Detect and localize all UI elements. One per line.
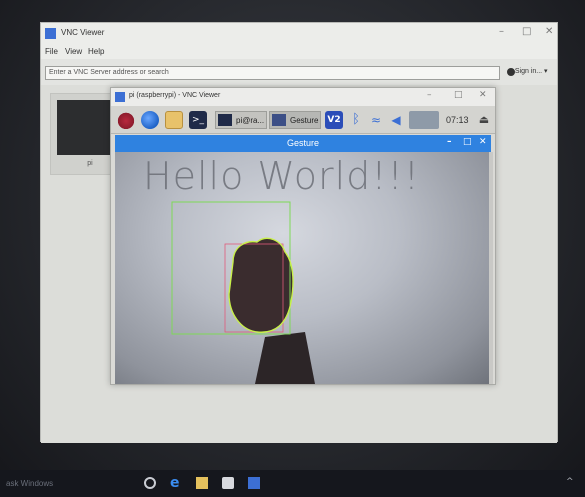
pi-vnc-window: pi (raspberrypi) - VNC Viewer – □ ✕ >_ p… <box>110 87 496 385</box>
wifi-icon[interactable]: ≈ <box>367 111 385 129</box>
server-address-placeholder: Enter a VNC Server address or search <box>49 69 169 76</box>
vnc-app-icon <box>45 28 56 39</box>
minimize-icon[interactable]: – <box>427 90 432 100</box>
bluetooth-icon[interactable]: ᛒ <box>347 111 365 129</box>
chevron-up-icon[interactable]: ^ <box>566 477 578 489</box>
gesture-task-label: Gesture <box>290 116 319 125</box>
maximize-icon[interactable]: □ <box>454 90 463 100</box>
taskbar-search[interactable]: ask Windows <box>6 479 53 488</box>
terminal-task-label: pi@ra... <box>236 116 265 125</box>
store-icon[interactable] <box>222 477 234 489</box>
maximize-icon[interactable]: □ <box>522 26 531 37</box>
close-icon[interactable]: ✕ <box>545 26 553 37</box>
camera-feed: Hello World!!! <box>115 152 489 384</box>
gesture-task-button[interactable]: Gesture <box>269 111 321 129</box>
vnc-app-icon <box>115 92 125 102</box>
terminal-icon[interactable]: >_ <box>189 111 207 129</box>
file-explorer-icon[interactable] <box>196 477 208 489</box>
photo-frame: VNC Viewer – □ ✕ File View Help Enter a … <box>0 0 585 497</box>
volume-icon[interactable]: ◀ <box>387 111 405 129</box>
pi-vnc-titlebar: pi (raspberrypi) - VNC Viewer – □ ✕ <box>111 88 495 106</box>
vnc-tray-icon[interactable]: V2 <box>325 111 343 129</box>
raspberry-menu-icon[interactable] <box>117 111 135 129</box>
vnc-viewer-taskbar-icon[interactable] <box>248 477 260 489</box>
windows-taskbar: ask Windows e ^ <box>0 470 585 497</box>
scrollbar[interactable] <box>489 152 493 384</box>
taskbar-clock: 07:13 <box>446 115 469 125</box>
vnc-menubar: File View Help <box>41 45 557 59</box>
cpu-monitor-icon <box>409 111 439 129</box>
terminal-task-button[interactable]: pi@ra... <box>215 111 267 129</box>
vnc-viewer-title: VNC Viewer <box>61 28 105 37</box>
vnc-viewer-titlebar: VNC Viewer – □ ✕ <box>41 23 557 45</box>
gesture-window: Gesture – □ ✕ Hello World!!! <box>115 135 493 384</box>
detection-overlay <box>171 201 315 384</box>
gesture-titlebar: Gesture – □ ✕ <box>115 135 491 152</box>
terminal-icon <box>218 114 232 126</box>
minimize-icon[interactable]: – <box>499 26 504 37</box>
edge-browser-icon[interactable]: e <box>170 476 182 490</box>
arm-shape <box>255 332 315 384</box>
close-icon[interactable]: ✕ <box>479 90 487 100</box>
sign-in-button[interactable]: Sign in... ▾ <box>509 67 548 75</box>
web-browser-icon[interactable] <box>141 111 159 129</box>
menu-file[interactable]: File <box>45 47 58 56</box>
raspberry-pi-taskbar: >_ pi@ra... Gesture V2 ᛒ ≈ ◀ 07:13 ⏏ <box>111 106 495 134</box>
close-icon[interactable]: ✕ <box>479 137 487 147</box>
gesture-title: Gesture <box>286 138 319 148</box>
eject-icon[interactable]: ⏏ <box>475 111 493 129</box>
minimize-icon[interactable]: – <box>447 137 452 147</box>
pi-vnc-title: pi (raspberrypi) - VNC Viewer <box>129 92 221 99</box>
file-manager-icon[interactable] <box>165 111 183 129</box>
server-address-input[interactable]: Enter a VNC Server address or search <box>45 66 500 80</box>
task-view-icon[interactable] <box>144 477 156 489</box>
menu-help[interactable]: Help <box>88 47 104 56</box>
window-icon <box>272 114 286 126</box>
menu-view[interactable]: View <box>65 47 82 56</box>
maximize-icon[interactable]: □ <box>463 137 472 147</box>
